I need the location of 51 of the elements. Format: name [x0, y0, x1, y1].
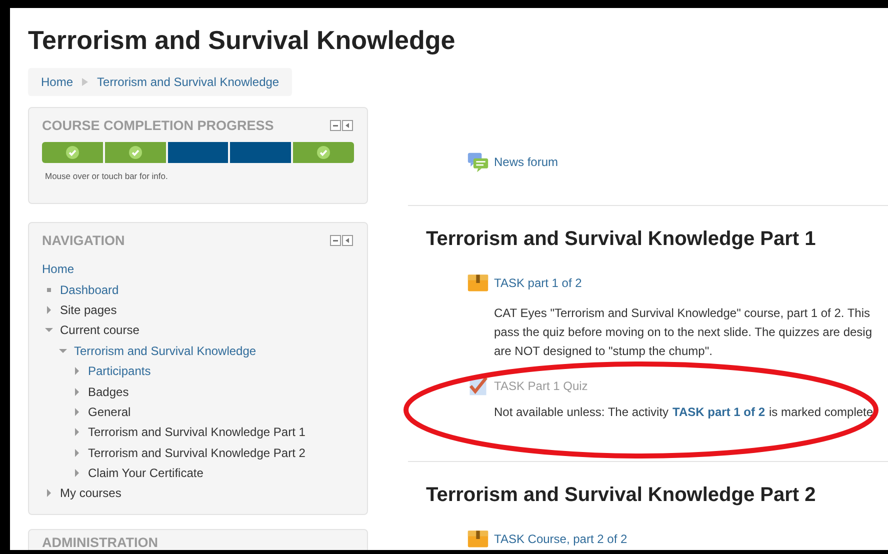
collapsed-caret-icon[interactable]: [72, 366, 82, 376]
description-text: are NOT designed to "stump the chump".: [494, 343, 714, 360]
collapsed-caret-icon[interactable]: [44, 304, 54, 315]
restriction-text: is marked complete: [769, 405, 874, 419]
description-text: pass the quiz before moving on to the next slide. The quizzes are desig: [494, 324, 874, 341]
section-title: Terrorism and Survival Knowledge Part 2: [426, 484, 817, 507]
progress-segment[interactable]: [42, 142, 103, 163]
block-title: ADMINISTRATION: [42, 534, 158, 550]
navigation-item[interactable]: Dashboard: [60, 282, 119, 297]
navigation-item[interactable]: My courses: [60, 486, 122, 500]
activity-link[interactable]: TASK Course, part 2 of 2: [494, 532, 628, 546]
activity-link[interactable]: TASK part 1 of 2: [494, 276, 582, 290]
navigation-item[interactable]: Current course: [60, 323, 140, 338]
collapsed-caret-icon[interactable]: [72, 427, 82, 438]
collapsed-caret-icon[interactable]: [44, 488, 54, 498]
navigation-item[interactable]: Terrorism and Survival Knowledge: [74, 344, 256, 358]
restriction-text: Not available unless: The activity: [494, 405, 669, 419]
progress-segment[interactable]: [293, 142, 354, 163]
collapsed-caret-icon[interactable]: [72, 468, 82, 478]
breadcrumb-link[interactable]: Home: [41, 75, 74, 89]
navigation-item[interactable]: Participants: [88, 364, 151, 378]
collapsed-caret-icon[interactable]: [72, 448, 82, 458]
breadcrumb-link[interactable]: Terrorism and Survival Knowledge: [97, 75, 280, 89]
package-icon: [467, 272, 489, 294]
page-title: Terrorism and Survival Knowledge: [28, 24, 456, 55]
check-icon: [317, 146, 330, 159]
navigation-item[interactable]: Claim Your Certificate: [88, 466, 204, 480]
navigation-item[interactable]: General: [88, 404, 131, 419]
block-controls-icon[interactable]: [330, 120, 354, 131]
speech-bubbles-icon: [467, 151, 489, 173]
activity-link[interactable]: News forum: [494, 155, 558, 169]
activity-link[interactable]: TASK Part 1 Quiz: [494, 379, 588, 393]
block-title: NAVIGATION: [42, 233, 125, 248]
collapsed-caret-icon[interactable]: [72, 406, 82, 417]
block-controls-icon[interactable]: [330, 235, 354, 246]
progress-segment[interactable]: [104, 142, 166, 163]
navigation-item[interactable]: Terrorism and Survival Knowledge Part 1: [88, 425, 306, 440]
separator-icon: [81, 78, 90, 86]
section-title: Terrorism and Survival Knowledge Part 1: [426, 228, 817, 251]
navigation-item[interactable]: Home: [42, 262, 74, 276]
check-icon: [66, 146, 79, 159]
description-text: CAT Eyes "Terrorism and Survival Knowledge" course, part 1 of 2. This: [494, 305, 872, 322]
activity-link[interactable]: TASK part 1 of 2: [672, 405, 766, 419]
navigation-item[interactable]: Terrorism and Survival Knowledge Part 2: [88, 446, 306, 460]
package-icon: [467, 528, 489, 550]
block-title: COURSE COMPLETION PROGRESS: [42, 118, 274, 133]
collapsed-caret-icon[interactable]: [72, 386, 82, 397]
hint-text: Mouse over or touch bar for info.: [45, 171, 169, 181]
navigation-item[interactable]: Badges: [88, 384, 129, 399]
check-icon: [128, 146, 142, 159]
navigation-item[interactable]: Site pages: [60, 302, 117, 317]
